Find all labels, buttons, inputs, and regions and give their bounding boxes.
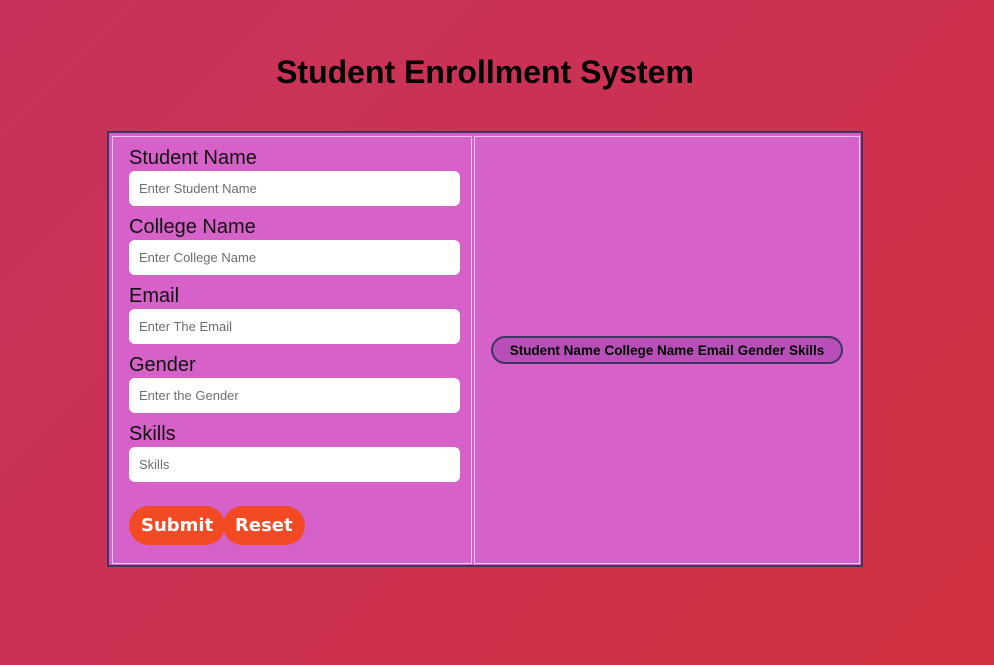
form-cell: Student Name College Name Email Gender S… <box>112 136 472 564</box>
column-header-student-name: Student Name <box>509 342 601 358</box>
results-table-header: Student Name College Name Email Gender S… <box>491 336 843 364</box>
page-title: Student Enrollment System <box>276 54 694 90</box>
college-name-input[interactable] <box>129 240 460 275</box>
college-name-label: College Name <box>129 216 256 238</box>
enrollment-table: Student Name College Name Email Gender S… <box>107 131 863 567</box>
submit-button[interactable]: Submit <box>129 506 226 545</box>
skills-label: Skills <box>129 423 176 445</box>
student-name-label: Student Name <box>129 147 257 169</box>
student-name-input[interactable] <box>129 171 460 206</box>
column-header-skills: Skills <box>789 342 825 358</box>
email-label: Email <box>129 285 180 307</box>
column-header-college-name: College Name <box>604 342 694 358</box>
reset-button[interactable]: Reset <box>223 506 305 545</box>
email-input[interactable] <box>129 309 460 344</box>
gender-label: Gender <box>129 354 196 376</box>
column-header-gender: Gender <box>737 342 786 358</box>
column-header-email: Email <box>697 342 734 358</box>
gender-input[interactable] <box>129 378 460 413</box>
results-cell: Student Name College Name Email Gender S… <box>474 136 860 564</box>
skills-input[interactable] <box>129 447 460 482</box>
